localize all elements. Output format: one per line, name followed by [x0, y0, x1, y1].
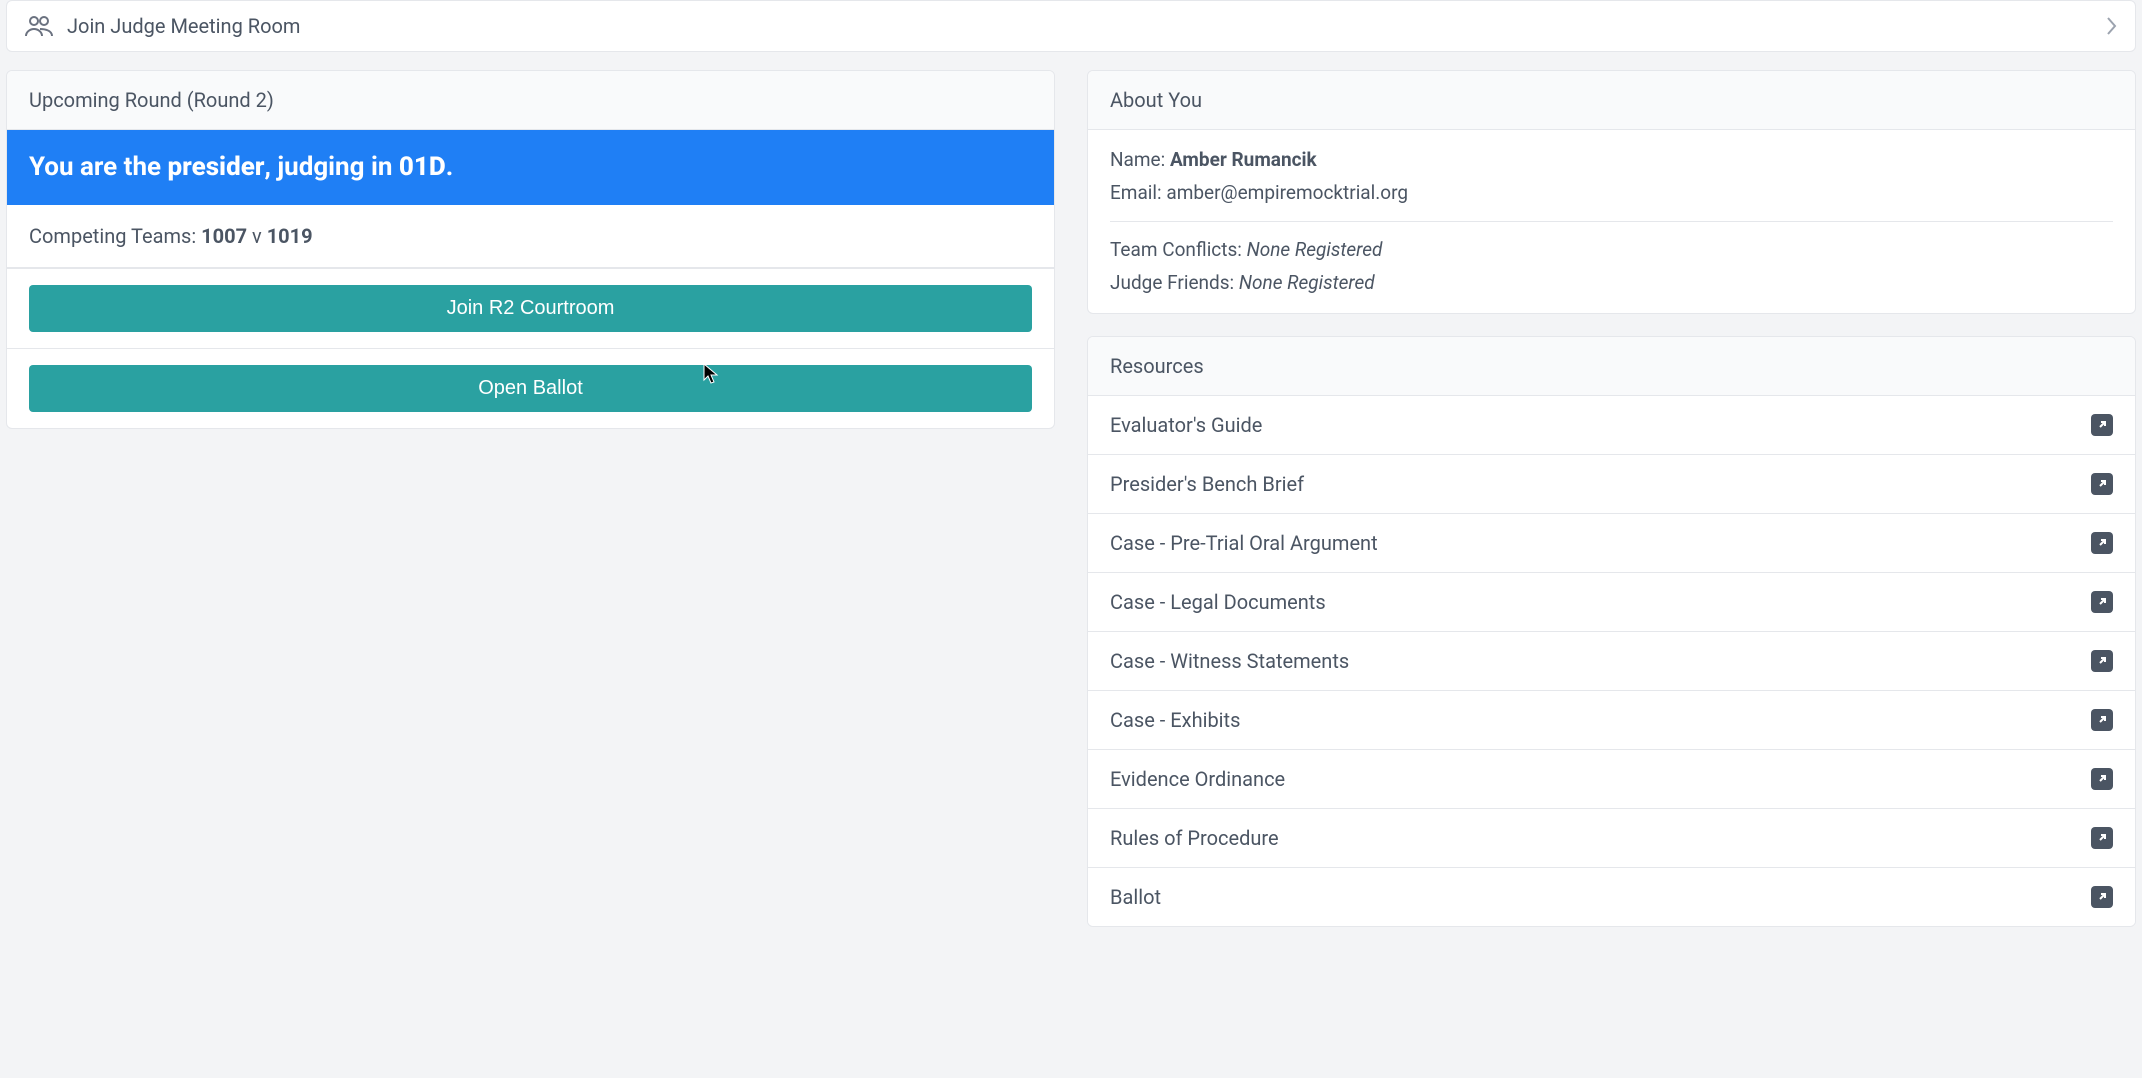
about-conflicts-line: Team Conflicts: None Registered	[1110, 236, 2113, 265]
banner-role: presider	[168, 152, 265, 182]
email-value: amber@empiremocktrial.org	[1166, 181, 1408, 204]
external-link-icon	[2091, 414, 2113, 436]
external-link-icon	[2091, 827, 2113, 849]
resource-item[interactable]: Case - Witness Statements	[1088, 631, 2135, 690]
team-a: 1007	[201, 224, 247, 248]
about-you-header: About You	[1088, 71, 2135, 130]
conflicts-value: None Registered	[1247, 238, 1383, 261]
name-value: Amber Rumancik	[1170, 148, 1317, 171]
join-courtroom-button[interactable]: Join R2 Courtroom	[29, 285, 1032, 332]
resources-header: Resources	[1088, 337, 2135, 396]
external-link-icon	[2091, 532, 2113, 554]
resource-item-label: Rules of Procedure	[1110, 823, 2091, 853]
resource-item-label: Case - Legal Documents	[1110, 587, 2091, 617]
about-email-line: Email: amber@empiremocktrial.org	[1110, 179, 2113, 208]
upcoming-round-card: Upcoming Round (Round 2) You are the pre…	[6, 70, 1055, 429]
resource-item[interactable]: Ballot	[1088, 867, 2135, 926]
teams-label: Competing Teams:	[29, 224, 201, 248]
resource-item-label: Case - Exhibits	[1110, 705, 2091, 735]
resource-item[interactable]: Rules of Procedure	[1088, 808, 2135, 867]
open-ballot-button[interactable]: Open Ballot	[29, 365, 1032, 412]
join-meeting-room-card[interactable]: Join Judge Meeting Room	[6, 0, 2136, 52]
role-banner: You are the presider, judging in 01D.	[7, 130, 1054, 205]
about-divider	[1110, 221, 2113, 222]
team-b: 1019	[267, 224, 313, 248]
resource-item-label: Presider's Bench Brief	[1110, 469, 2091, 499]
resource-item[interactable]: Case - Exhibits	[1088, 690, 2135, 749]
friends-value: None Registered	[1239, 271, 1375, 294]
resources-card: Resources Evaluator's Guide Presider's Be…	[1087, 336, 2136, 927]
people-icon	[25, 15, 53, 37]
resource-item[interactable]: Evaluator's Guide	[1088, 396, 2135, 454]
resource-item[interactable]: Evidence Ordinance	[1088, 749, 2135, 808]
name-label: Name:	[1110, 148, 1170, 171]
external-link-icon	[2091, 886, 2113, 908]
competing-teams-line: Competing Teams: 1007 v 1019	[29, 221, 1032, 251]
resource-item-label: Evaluator's Guide	[1110, 410, 2091, 440]
banner-text-mid: , judging in	[265, 152, 399, 182]
banner-text-pre: You are the	[29, 152, 168, 182]
resource-item-label: Case - Witness Statements	[1110, 646, 2091, 676]
external-link-icon	[2091, 768, 2113, 790]
external-link-icon	[2091, 650, 2113, 672]
external-link-icon	[2091, 473, 2113, 495]
resource-item[interactable]: Case - Pre-Trial Oral Argument	[1088, 513, 2135, 572]
about-name-line: Name: Amber Rumancik	[1110, 146, 2113, 175]
chevron-right-icon	[2105, 16, 2117, 36]
email-label: Email:	[1110, 181, 1166, 204]
banner-room: 01D	[399, 152, 446, 182]
resource-item[interactable]: Case - Legal Documents	[1088, 572, 2135, 631]
conflicts-label: Team Conflicts:	[1110, 238, 1247, 261]
banner-text-post: .	[446, 152, 454, 182]
external-link-icon	[2091, 591, 2113, 613]
resources-list: Evaluator's Guide Presider's Bench Brief C…	[1088, 396, 2135, 926]
about-friends-line: Judge Friends: None Registered	[1110, 269, 2113, 298]
about-you-card: About You Name: Amber Rumancik Email: am…	[1087, 70, 2136, 314]
join-meeting-room-label: Join Judge Meeting Room	[67, 11, 300, 41]
friends-label: Judge Friends:	[1110, 271, 1239, 294]
resource-item[interactable]: Presider's Bench Brief	[1088, 454, 2135, 513]
resource-item-label: Case - Pre-Trial Oral Argument	[1110, 528, 2091, 558]
external-link-icon	[2091, 709, 2113, 731]
upcoming-round-header: Upcoming Round (Round 2)	[7, 71, 1054, 130]
team-vs: v	[247, 224, 267, 248]
resource-item-label: Ballot	[1110, 882, 2091, 912]
resource-item-label: Evidence Ordinance	[1110, 764, 2091, 794]
